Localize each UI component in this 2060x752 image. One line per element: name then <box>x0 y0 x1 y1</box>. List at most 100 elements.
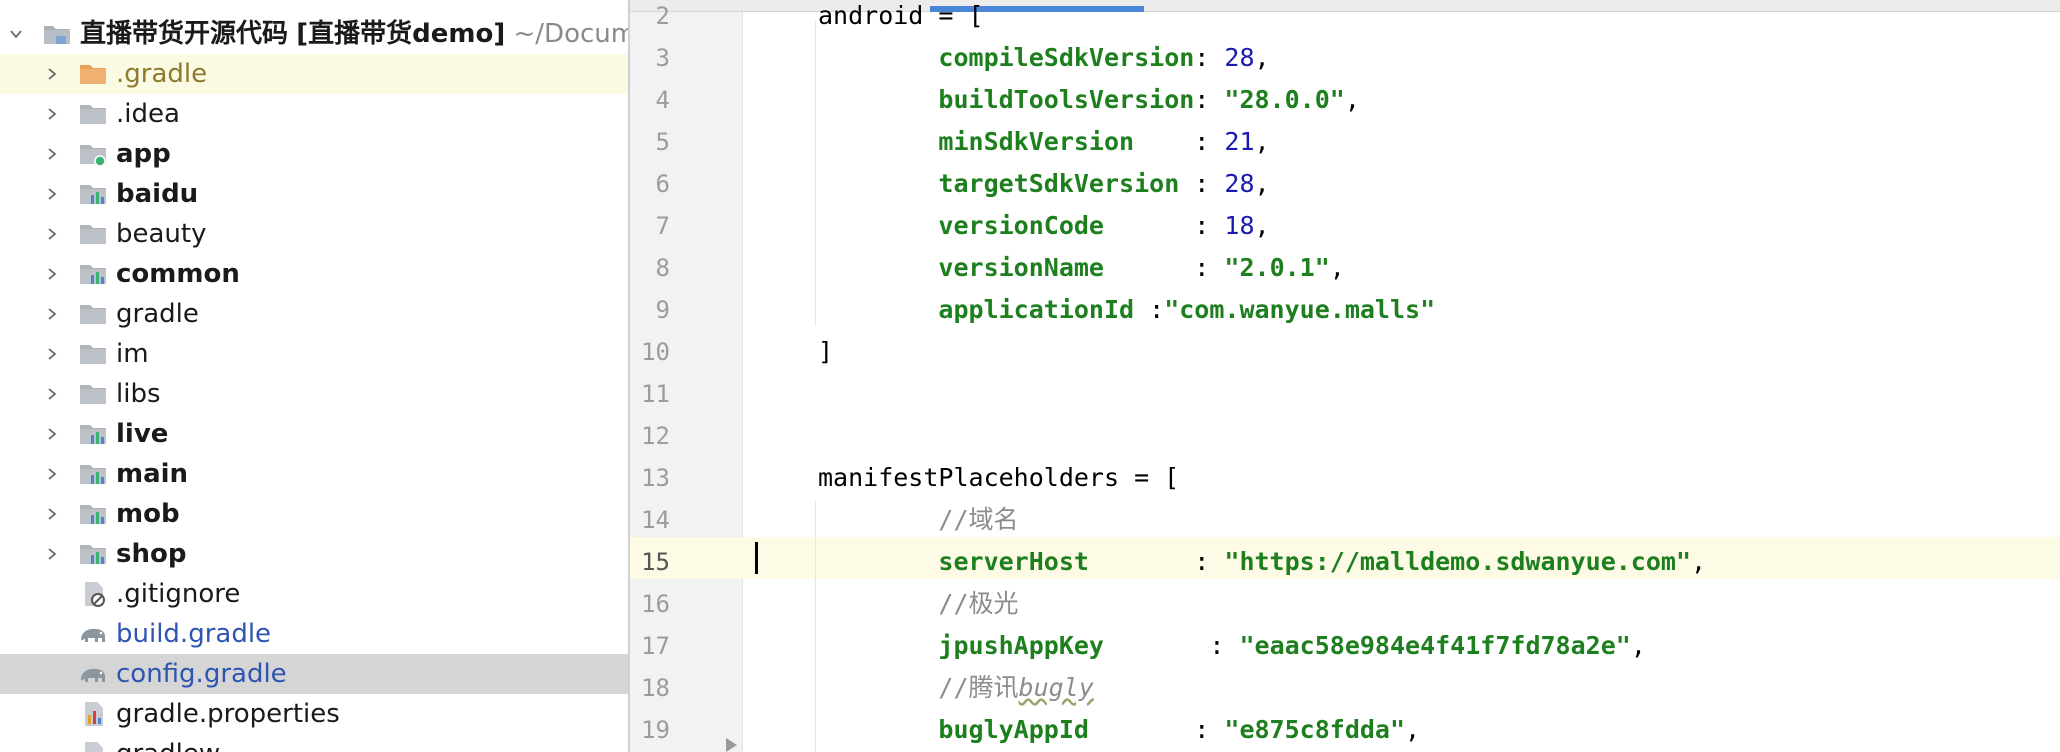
code-text: : <box>1179 169 1225 198</box>
tree-item-label: shop <box>116 539 187 569</box>
code-line[interactable]: targetSdkVersion : 28, <box>818 163 1269 205</box>
folder-orange-icon <box>78 60 108 88</box>
tree-item-app[interactable]: app <box>0 134 628 174</box>
code-line[interactable]: manifestPlaceholders = [ <box>818 457 1179 499</box>
tree-item-label: config.gradle <box>116 659 287 689</box>
code-key: minSdkVersion <box>938 127 1135 156</box>
code-string: "28.0.0" <box>1224 85 1345 114</box>
line-number: 13 <box>641 464 670 492</box>
chevron-right-icon[interactable] <box>38 454 66 494</box>
code-text: , <box>1405 715 1421 744</box>
code-number: 21 <box>1224 127 1255 156</box>
fold-arrow-icon[interactable] <box>726 738 737 752</box>
tree-item-baidu[interactable]: baidu <box>0 174 628 214</box>
tree-item-beauty[interactable]: beauty <box>0 214 628 254</box>
chevron-right-icon[interactable] <box>38 254 66 294</box>
chevron-right-icon[interactable] <box>38 174 66 214</box>
code-comment: //域名 <box>938 505 1019 534</box>
tree-item-mob[interactable]: mob <box>0 494 628 534</box>
code-line[interactable]: ] <box>818 331 833 373</box>
tree-item-dot-gradle[interactable]: .gradle <box>0 54 628 94</box>
chevron-right-icon[interactable] <box>38 94 66 134</box>
tree-item-dot-idea[interactable]: .idea <box>0 94 628 134</box>
code-string: "e875c8fdda" <box>1224 715 1406 744</box>
code-text: : <box>1104 631 1240 660</box>
chevron-down-icon[interactable] <box>2 14 30 54</box>
folder-icon <box>78 340 108 368</box>
script-file-icon <box>78 740 108 752</box>
module-folder-icon <box>78 180 108 208</box>
tree-item-config-gradle[interactable]: config.gradle <box>0 654 628 694</box>
code-key: applicationId <box>938 295 1135 324</box>
code-number: 18 <box>1224 211 1255 240</box>
line-number: 11 <box>641 380 670 408</box>
tree-item-im[interactable]: im <box>0 334 628 374</box>
tree-item-label: build.gradle <box>116 619 272 649</box>
folder-icon <box>78 220 108 248</box>
tree-item-label: .idea <box>116 99 180 129</box>
code-key: buildToolsVersion <box>938 85 1195 114</box>
code-line[interactable]: buildToolsVersion: "28.0.0", <box>818 79 1359 121</box>
line-number: 15 <box>641 548 670 576</box>
code-line[interactable]: //域名 <box>818 499 1019 541</box>
chevron-right-icon[interactable] <box>38 534 66 574</box>
chevron-right-icon[interactable] <box>38 294 66 334</box>
code-text: , <box>1254 211 1270 240</box>
tree-item-dot-gitignore[interactable]: .gitignore <box>0 574 628 614</box>
chevron-right-icon[interactable] <box>38 214 66 254</box>
module-folder-icon <box>78 500 108 528</box>
code-text: , <box>1254 127 1270 156</box>
code-text: : <box>1104 211 1225 240</box>
code-editor[interactable]: 2 android = [3 compileSdkVersion: 28, 4 bu… <box>630 0 2060 752</box>
tree-item-build-gradle[interactable]: build.gradle <box>0 614 628 654</box>
code-line[interactable]: //腾讯bugly <box>818 667 1094 709</box>
tree-item-main[interactable]: main <box>0 454 628 494</box>
tree-item-label: live <box>116 419 169 449</box>
code-key: jpushAppKey <box>938 631 1104 660</box>
chevron-right-icon[interactable] <box>38 134 66 174</box>
code-line[interactable]: buglyAppId : "e875c8fdda", <box>818 709 1420 751</box>
code-line[interactable]: versionCode : 18, <box>818 205 1270 247</box>
code-line[interactable]: applicationId :"com.wanyue.malls" <box>818 289 1435 331</box>
tree-item-gradle[interactable]: gradle <box>0 294 628 334</box>
line-number: 10 <box>641 338 670 366</box>
code-line[interactable]: //极光 <box>818 583 1018 625</box>
chevron-right-icon[interactable] <box>38 54 66 94</box>
code-line[interactable]: serverHost : "https://malldemo.sdwanyue.… <box>818 541 1706 583</box>
tree-item-label: .gradle <box>116 59 208 89</box>
tree-item-libs[interactable]: libs <box>0 374 628 414</box>
code-line[interactable]: versionName : "2.0.1", <box>818 247 1344 289</box>
tree-item-label: gradlew <box>116 734 220 752</box>
tree-item-label: gradle.properties <box>116 699 340 729</box>
tree-item-common[interactable]: common <box>0 254 628 294</box>
line-number: 19 <box>641 716 670 744</box>
code-key: versionCode <box>938 211 1104 240</box>
tree-item-gradlew[interactable]: gradlew <box>0 734 628 752</box>
code-line[interactable]: minSdkVersion : 21, <box>818 121 1270 163</box>
module-folder-icon <box>78 420 108 448</box>
code-line[interactable]: android = [ <box>818 0 984 37</box>
chevron-right-icon[interactable] <box>38 494 66 534</box>
code-comment: bugly <box>1018 673 1094 702</box>
code-line[interactable]: jpushAppKey : "eaac58e984e4f41f7fd78a2e"… <box>818 625 1645 667</box>
code-number: 28 <box>1224 169 1255 198</box>
code-line[interactable]: compileSdkVersion: 28, <box>818 37 1269 79</box>
gradle-elephant-icon <box>78 620 108 648</box>
chevron-right-icon[interactable] <box>38 414 66 454</box>
module-folder-icon <box>78 540 108 568</box>
project-tree-panel: 直播带货开源代码 [直播带货demo] ~/Docum .gradle .idea… <box>0 0 628 752</box>
tree-item-gradle-properties[interactable]: gradle.properties <box>0 694 628 734</box>
tree-item-live[interactable]: live <box>0 414 628 454</box>
tree-root-row[interactable]: 直播带货开源代码 [直播带货demo] ~/Docum <box>0 14 628 54</box>
tree-item-shop[interactable]: shop <box>0 534 628 574</box>
module-folder-icon <box>78 260 108 288</box>
code-text: android = [ <box>818 1 984 30</box>
project-folder-icon <box>42 20 72 48</box>
chevron-right-icon[interactable] <box>38 334 66 374</box>
chevron-right-icon[interactable] <box>38 374 66 414</box>
